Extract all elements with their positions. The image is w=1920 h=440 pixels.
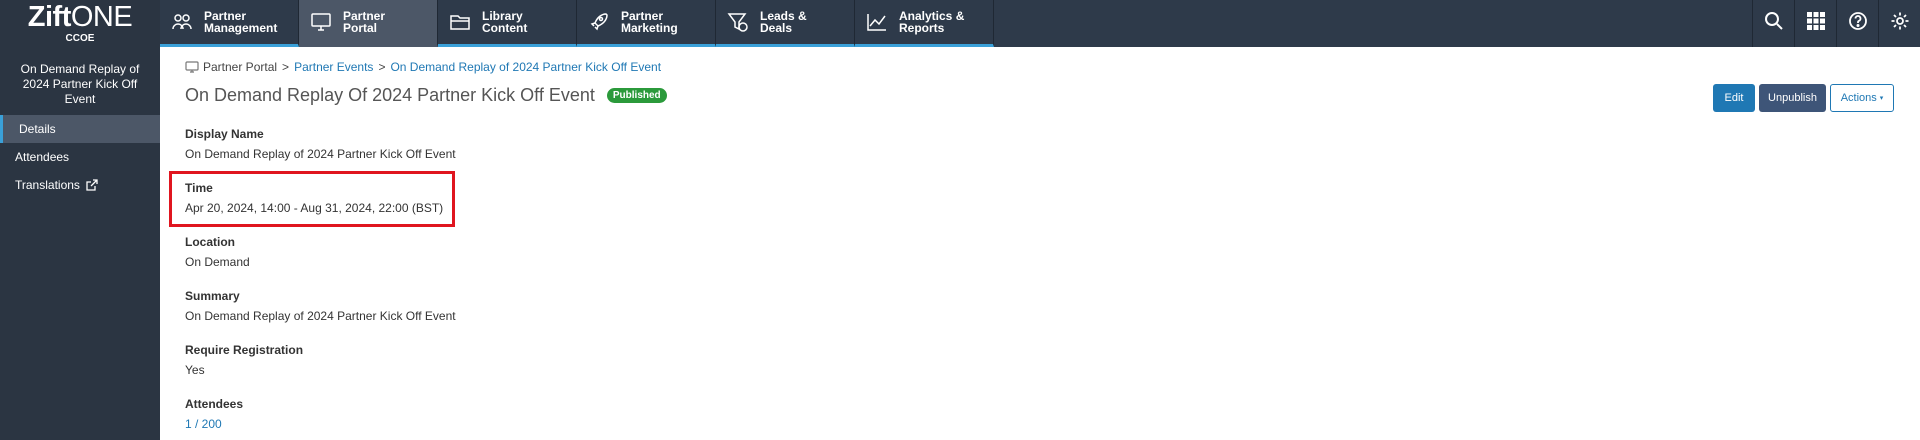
sidebar-event-title: On Demand Replay of 2024 Partner Kick Of… — [20, 62, 140, 106]
partners-icon — [170, 10, 194, 34]
caret-down-icon: ▾ — [1879, 95, 1884, 102]
logo-subtitle: CCOE — [65, 33, 95, 44]
nav-partner-marketing[interactable]: Partner Marketing — [577, 0, 716, 47]
field-label: Location — [185, 235, 235, 249]
edit-button[interactable]: Edit — [1713, 84, 1755, 112]
funnel-dollar-icon — [726, 10, 750, 34]
nav-analytics-reports[interactable]: Analytics & Reports — [855, 0, 994, 47]
status-badge: Published — [606, 88, 667, 103]
field-label: Summary — [185, 289, 240, 303]
search-icon — [1764, 11, 1784, 36]
settings-button[interactable] — [1878, 0, 1920, 47]
field-require-registration: Require Registration Yes — [185, 343, 303, 377]
rocket-icon — [587, 10, 611, 34]
nav-label: Library Content — [482, 9, 528, 35]
breadcrumb-current-event[interactable]: On Demand Replay of 2024 Partner Kick Of… — [390, 60, 661, 74]
field-location: Location On Demand — [185, 235, 250, 269]
nav-label: Partner Marketing — [621, 9, 678, 35]
page-title: On Demand Replay Of 2024 Partner Kick Of… — [185, 85, 595, 105]
nav-partner-portal[interactable]: Partner Portal — [299, 0, 438, 47]
action-buttons: Edit Unpublish Actions ▾ — [1713, 84, 1894, 112]
title-row: On Demand Replay Of 2024 Partner Kick Of… — [185, 85, 667, 106]
top-nav-bar: ZiftONE CCOE Partner Management Partner … — [0, 0, 1920, 47]
breadcrumb-root: Partner Portal — [203, 60, 278, 74]
monitor-icon — [309, 10, 333, 34]
sidebar-item-label: Translations — [15, 178, 80, 192]
apps-grid-icon — [1806, 12, 1825, 35]
sidebar-item-details[interactable]: Details — [0, 115, 160, 143]
nav-label: Partner Management — [204, 9, 278, 35]
help-button[interactable] — [1836, 0, 1878, 47]
field-label: Display Name — [185, 127, 264, 141]
field-attendees: Attendees 1 / 200 — [185, 397, 243, 431]
sidebar-item-attendees[interactable]: Attendees — [0, 143, 160, 171]
nav-partner-management[interactable]: Partner Management — [160, 0, 299, 47]
field-value: On Demand — [185, 255, 250, 269]
nav-label: Leads & Deals — [760, 9, 807, 35]
main-nav: Partner Management Partner Portal Librar… — [160, 0, 994, 47]
field-value: Yes — [185, 363, 205, 377]
sidebar-item-translations[interactable]: Translations — [0, 171, 160, 199]
help-icon — [1848, 11, 1868, 36]
field-label: Attendees — [185, 397, 244, 411]
nav-label: Analytics & Reports — [899, 9, 965, 35]
search-button[interactable] — [1752, 0, 1794, 47]
unpublish-button[interactable]: Unpublish — [1759, 84, 1826, 112]
actions-dropdown[interactable]: Actions ▾ — [1830, 84, 1894, 112]
logo-text: ZiftONE — [27, 1, 133, 33]
sidebar: On Demand Replay of 2024 Partner Kick Of… — [0, 47, 160, 440]
field-value: On Demand Replay of 2024 Partner Kick Of… — [185, 309, 456, 323]
top-right-tools — [1752, 0, 1920, 47]
ziftone-logo[interactable]: ZiftONE CCOE — [0, 0, 160, 47]
nav-label: Partner Portal — [343, 9, 386, 35]
line-chart-icon — [865, 10, 889, 34]
field-summary: Summary On Demand Replay of 2024 Partner… — [185, 289, 456, 323]
breadcrumb: Partner Portal > Partner Events > On Dem… — [185, 60, 661, 74]
monitor-icon — [185, 61, 199, 73]
nav-library-content[interactable]: Library Content — [438, 0, 577, 47]
field-label: Require Registration — [185, 343, 304, 357]
field-value: On Demand Replay of 2024 Partner Kick Of… — [185, 147, 456, 161]
external-link-icon — [86, 179, 98, 191]
folder-icon — [448, 10, 472, 34]
breadcrumb-partner-events[interactable]: Partner Events — [294, 60, 373, 74]
settings-icon — [1890, 11, 1910, 36]
sidebar-item-label: Details — [19, 122, 56, 136]
attendees-count-link[interactable]: 1 / 200 — [185, 417, 243, 431]
breadcrumb-separator: > — [282, 60, 290, 74]
nav-leads-deals[interactable]: Leads & Deals — [716, 0, 855, 47]
breadcrumb-separator: > — [378, 60, 386, 74]
main-content: Partner Portal > Partner Events > On Dem… — [160, 47, 1920, 440]
field-display-name: Display Name On Demand Replay of 2024 Pa… — [185, 127, 456, 161]
sidebar-item-label: Attendees — [15, 150, 70, 164]
apps-button[interactable] — [1794, 0, 1836, 47]
actions-label: Actions — [1840, 92, 1877, 104]
highlight-box — [169, 171, 455, 227]
